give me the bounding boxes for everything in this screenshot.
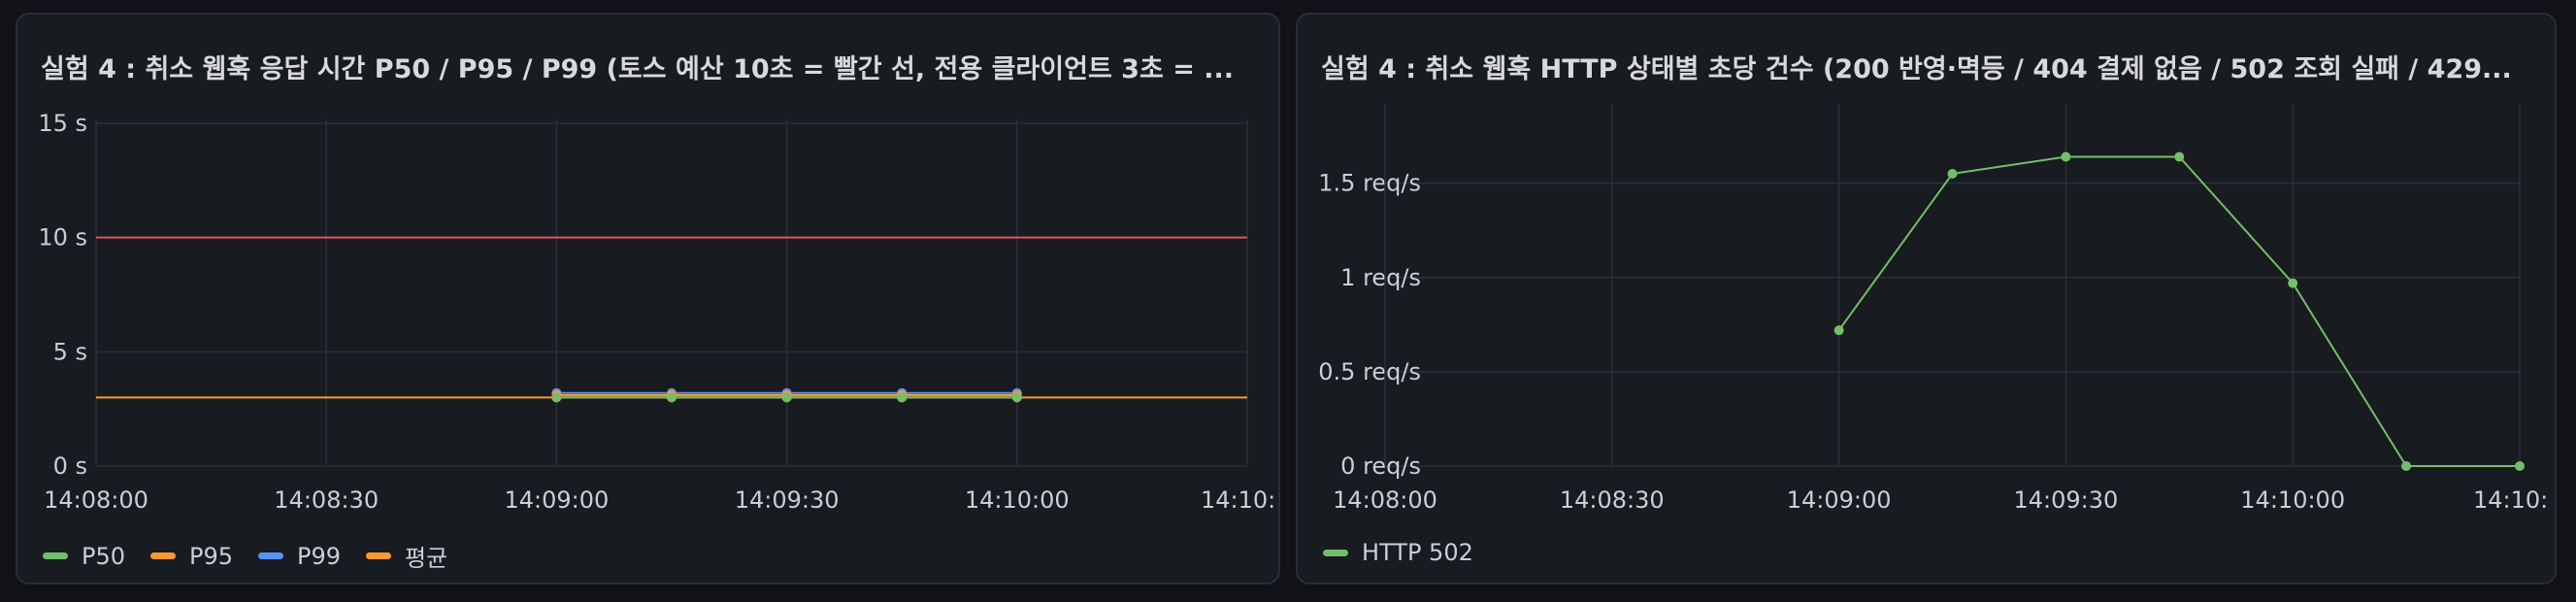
legend-item[interactable]: P50 <box>43 543 125 570</box>
legend-swatch <box>43 552 68 559</box>
x-tick-label: 14:10: <box>2473 486 2548 514</box>
legend-item[interactable]: P99 <box>258 543 341 570</box>
y-tick-label: 10 s <box>38 224 87 251</box>
series-line <box>1837 155 2520 467</box>
latency-chart: 0 s 5 s 10 s 15 s 14:08:00 14:08:30 14:09:00 14… <box>38 110 1275 514</box>
data-point[interactable] <box>897 392 908 403</box>
data-point[interactable] <box>1833 325 1844 336</box>
data-point[interactable] <box>667 392 677 403</box>
x-tick-label: 14:08:30 <box>1560 486 1665 514</box>
legend-item[interactable]: HTTP 502 <box>1323 539 1473 566</box>
legend-label: P50 <box>82 542 126 570</box>
legend-item[interactable]: P95 <box>150 543 233 570</box>
legend-swatch <box>150 552 177 559</box>
data-point[interactable] <box>1011 392 1022 403</box>
x-tick-label: 14:09:30 <box>735 486 840 514</box>
legend-label: 평균 <box>405 545 448 572</box>
y-tick-label: 1.5 req/s <box>1318 170 1421 197</box>
data-point[interactable] <box>2061 151 2071 162</box>
x-tick-label: 14:08:00 <box>44 486 149 514</box>
data-point[interactable] <box>2174 151 2185 162</box>
legend-label: HTTP 502 <box>1362 539 1473 566</box>
x-tick-label: 14:08:30 <box>274 486 379 514</box>
chart-legend: P50 P95 P99 평균 <box>43 539 447 573</box>
http-status-panel: 실험 4 : 취소 웹훅 HTTP 상태별 초당 건수 (200 반영·멱등 /… <box>1296 13 2557 585</box>
data-point[interactable] <box>2515 461 2525 471</box>
x-tick-label: 14:09:30 <box>2014 486 2119 514</box>
legend-swatch <box>258 552 284 559</box>
y-tick-label: 0 req/s <box>1340 452 1421 480</box>
latency-panel: 실험 4 : 취소 웹훅 응답 시간 P50 / P95 / P99 (토스 예… <box>16 13 1280 585</box>
x-tick-label: 14:08:00 <box>1333 486 1437 514</box>
y-tick-label: 0.5 req/s <box>1318 358 1421 385</box>
x-tick-label: 14:09:00 <box>505 486 610 514</box>
legend-swatch <box>366 552 392 559</box>
legend-item[interactable]: 평균 <box>366 539 447 573</box>
y-tick-label: 0 s <box>53 452 87 480</box>
data-point[interactable] <box>781 392 792 403</box>
x-tick-label: 14:10:00 <box>965 486 1070 514</box>
y-tick-label: 15 s <box>38 110 87 137</box>
x-tick-label: 14:09:00 <box>1787 486 1892 514</box>
legend-swatch <box>1323 549 1348 556</box>
legend-label: P99 <box>297 542 342 570</box>
y-tick-label: 1 req/s <box>1340 264 1421 291</box>
http-status-chart: 0 req/s 0.5 req/s 1 req/s 1.5 req/s 14:08:00… <box>1318 104 2548 514</box>
x-tick-label: 14:10: <box>1201 486 1275 514</box>
data-point[interactable] <box>1947 168 1958 179</box>
x-tick-label: 14:10:00 <box>2240 486 2345 514</box>
chart-legend: HTTP 502 <box>1323 539 1473 566</box>
data-point[interactable] <box>2401 461 2412 471</box>
data-point[interactable] <box>2288 278 2298 288</box>
legend-label: P95 <box>189 542 234 570</box>
data-point[interactable] <box>551 392 562 403</box>
y-tick-label: 5 s <box>53 338 87 365</box>
